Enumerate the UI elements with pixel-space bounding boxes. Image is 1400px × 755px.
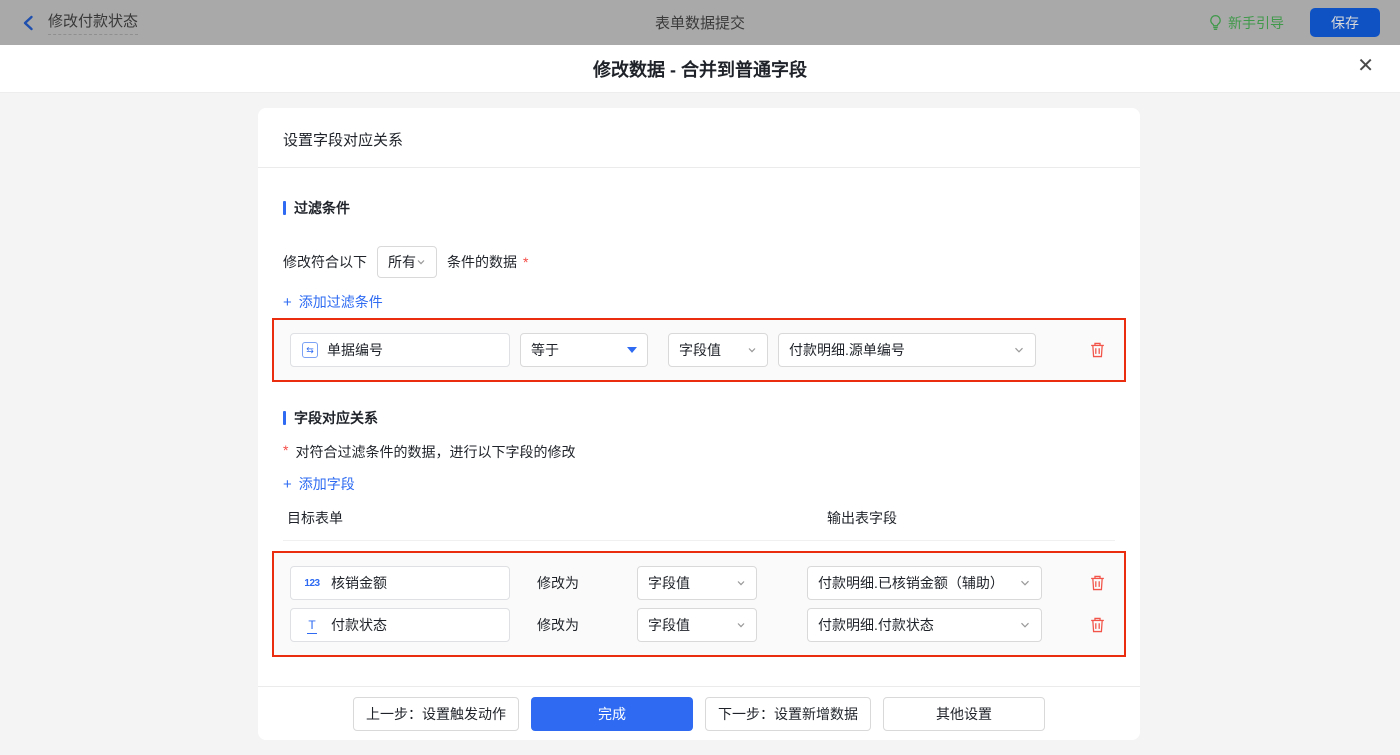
done-button[interactable]: 完成 <box>531 696 693 731</box>
mapping-section-title: 字段对应关系 <box>283 408 1115 428</box>
value-type-select[interactable]: 字段值 <box>637 566 757 600</box>
add-filter-condition-link[interactable]: + 添加过滤条件 <box>283 292 383 312</box>
chevron-down-icon <box>747 345 757 355</box>
required-mark: * <box>523 254 529 270</box>
condition-value-value: 付款明细.源单编号 <box>789 342 905 358</box>
save-button[interactable]: 保存 <box>1310 8 1380 37</box>
modal-header: 修改数据 - 合并到普通字段 ✕ <box>0 45 1400 93</box>
modal-title: 修改数据 - 合并到普通字段 <box>593 59 807 80</box>
serial-number-field-icon: ⇆ <box>302 342 318 358</box>
chevron-down-icon <box>1019 577 1031 589</box>
section-accent-bar <box>283 201 286 215</box>
filter-mode-value: 所有 <box>388 254 416 270</box>
prev-step-button[interactable]: 上一步：设置触发动作 <box>353 696 519 731</box>
value-type-value: 字段值 <box>648 575 690 591</box>
page-title: 表单数据提交 <box>654 15 745 32</box>
add-field-label: 添加字段 <box>298 476 355 492</box>
workflow-name[interactable]: 修改付款状态 <box>48 10 139 35</box>
trash-icon[interactable] <box>1089 616 1108 634</box>
chevron-left-icon <box>20 14 38 32</box>
next-step-button[interactable]: 下一步：设置新增数据 <box>705 696 871 731</box>
back-button[interactable] <box>20 14 38 32</box>
chevron-down-icon <box>736 578 746 588</box>
mapping-description: * 对符合过滤条件的数据，进行以下字段的修改 <box>283 442 1115 462</box>
value-type-select[interactable]: 字段值 <box>637 608 757 642</box>
output-field-value: 付款明细.付款状态 <box>818 617 934 633</box>
mapping-row: T 付款状态 修改为 字段值 付款明细.付款状态 <box>290 608 1108 642</box>
lightbulb-icon <box>1208 14 1223 31</box>
plus-icon: + <box>283 475 292 493</box>
target-field-chip[interactable]: 123 核销金额 <box>290 566 510 600</box>
condition-value-type-select[interactable]: 字段值 <box>668 333 768 367</box>
output-field-select[interactable]: 付款明细.已核销金额（辅助） <box>807 566 1042 600</box>
filter-mode-select[interactable]: 所有 <box>377 246 437 278</box>
plus-icon: + <box>283 293 292 311</box>
add-field-link[interactable]: + 添加字段 <box>283 474 355 494</box>
value-type-value: 字段值 <box>648 617 690 633</box>
caret-down-icon <box>627 347 637 353</box>
card-content: 过滤条件 修改符合以下 所有 条件的数据 * + 添加过滤条件 ⇆ 单据编号 等… <box>258 168 1140 686</box>
condition-value-select[interactable]: 付款明细.源单编号 <box>778 333 1036 367</box>
mapping-row: 123 核销金额 修改为 字段值 付款明细.已核销金额（辅助） <box>290 566 1108 600</box>
filter-section-label: 过滤条件 <box>294 200 350 216</box>
column-output-field: 输出表字段 <box>827 510 897 526</box>
close-icon[interactable]: ✕ <box>1357 56 1374 76</box>
condition-operator-value: 等于 <box>531 342 559 358</box>
required-mark: * <box>283 442 289 458</box>
target-field-label: 付款状态 <box>331 617 387 633</box>
modify-as-label: 修改为 <box>537 575 579 591</box>
chevron-down-icon <box>1019 619 1031 631</box>
target-field-chip[interactable]: T 付款状态 <box>290 608 510 642</box>
condition-field-chip[interactable]: ⇆ 单据编号 <box>290 333 510 367</box>
filter-mode-prefix: 修改符合以下 <box>283 254 367 270</box>
target-field-label: 核销金额 <box>331 575 387 591</box>
beginner-guide-link[interactable]: 新手引导 <box>1208 13 1284 33</box>
beginner-guide-label: 新手引导 <box>1228 14 1284 31</box>
output-field-select[interactable]: 付款明细.付款状态 <box>807 608 1042 642</box>
filter-condition-highlight: ⇆ 单据编号 等于 字段值 付款明细.源单编号 <box>272 318 1126 382</box>
text-field-icon: T <box>307 618 317 634</box>
card-title: 设置字段对应关系 <box>258 108 1140 168</box>
mapping-rows-highlight: 123 核销金额 修改为 字段值 付款明细.已核销金额（辅助） T 付款状态 修… <box>272 551 1126 657</box>
settings-card: 设置字段对应关系 过滤条件 修改符合以下 所有 条件的数据 * + 添加过滤条件… <box>258 108 1140 740</box>
add-filter-condition-label: 添加过滤条件 <box>298 294 383 310</box>
modify-as-label: 修改为 <box>537 617 579 633</box>
number-field-icon: 123 <box>304 577 320 589</box>
mapping-columns-header: 目标表单 输出表字段 <box>283 508 1115 541</box>
modal-body: 设置字段对应关系 过滤条件 修改符合以下 所有 条件的数据 * + 添加过滤条件… <box>0 93 1400 755</box>
output-field-value: 付款明细.已核销金额（辅助） <box>818 575 1004 591</box>
condition-field-label: 单据编号 <box>327 342 383 358</box>
chevron-down-icon <box>416 257 426 267</box>
chevron-down-icon <box>736 620 746 630</box>
condition-operator-select[interactable]: 等于 <box>520 333 648 367</box>
trash-icon[interactable] <box>1089 341 1108 359</box>
column-target-form: 目标表单 <box>287 510 343 526</box>
filter-condition-row: ⇆ 单据编号 等于 字段值 付款明细.源单编号 <box>290 333 1108 367</box>
section-accent-bar <box>283 411 286 425</box>
mapping-section-label: 字段对应关系 <box>294 410 378 426</box>
mapping-description-text: 对符合过滤条件的数据，进行以下字段的修改 <box>295 444 576 460</box>
filter-mode-suffix: 条件的数据 <box>447 254 517 270</box>
trash-icon[interactable] <box>1089 574 1108 592</box>
condition-value-type-value: 字段值 <box>679 342 721 358</box>
chevron-down-icon <box>1013 344 1025 356</box>
top-bar: 表单数据提交 修改付款状态 新手引导 保存 <box>0 0 1400 45</box>
filter-section-title: 过滤条件 <box>283 198 1115 218</box>
card-footer: 上一步：设置触发动作 完成 下一步：设置新增数据 其他设置 <box>258 686 1140 740</box>
filter-mode-row: 修改符合以下 所有 条件的数据 * <box>283 246 1115 278</box>
other-settings-button[interactable]: 其他设置 <box>883 696 1045 731</box>
